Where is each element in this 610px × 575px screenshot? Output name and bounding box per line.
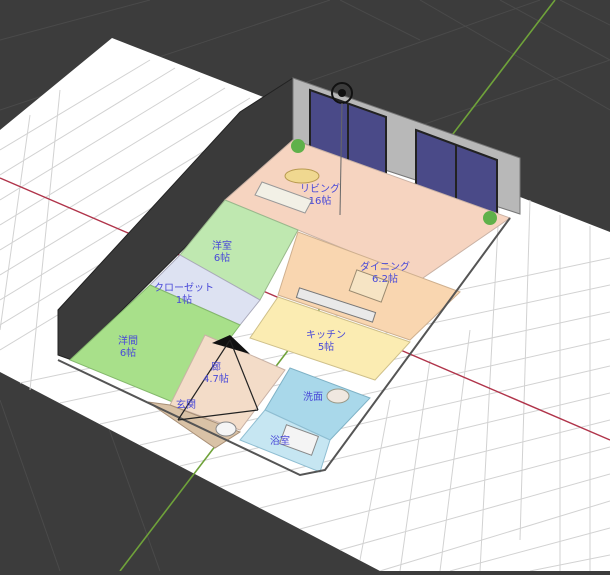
label-western-2: 洋間 6帖 <box>118 336 138 359</box>
label-entrance: 玄関 <box>176 400 196 411</box>
label-bath: 浴室 <box>270 436 290 447</box>
label-hall: 廊 4.7帖 <box>203 362 229 385</box>
label-dining: ダイニング 6.2帖 <box>360 262 410 285</box>
washbasin <box>326 388 350 404</box>
3d-viewport[interactable]: リビング 16帖 洋室 6帖 ダイニング 6.2帖 クローゼット 1帖 洋間 6帖 キッチ… <box>0 0 610 572</box>
scene-canvas[interactable] <box>0 0 610 572</box>
label-living: リビング 16帖 <box>300 184 340 207</box>
plant-2 <box>483 211 497 225</box>
label-western-1: 洋室 6帖 <box>212 241 232 264</box>
coffee-table <box>284 168 320 184</box>
label-washroom: 洗面 <box>303 392 323 403</box>
label-kitchen: キッチン 5帖 <box>306 330 346 353</box>
label-closet: クローゼット 1帖 <box>154 283 214 306</box>
plant-1 <box>291 139 305 153</box>
toilet <box>215 421 237 437</box>
